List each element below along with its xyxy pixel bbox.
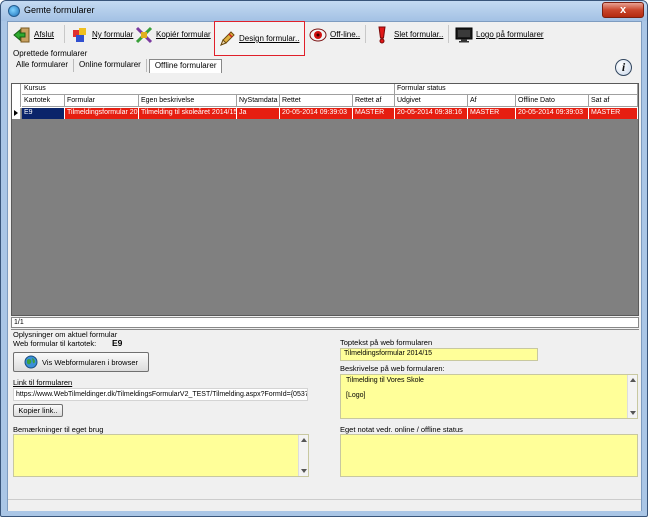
offline-red-eye-icon [309,28,327,41]
new-form-icon [73,27,86,42]
globe-icon [24,355,38,369]
col-nystamdata[interactable]: NyStamdata [237,95,280,107]
design-formular-button[interactable]: Design formular.. [214,21,305,56]
toptekst-label: Toptekst på web formularen [340,338,433,347]
oplysninger-label: Oplysninger om aktuel formular [13,330,118,339]
toolbar-separator [365,25,366,43]
monitor-icon [455,27,473,42]
cell-offline-dato[interactable]: 20-05-2014 09:39:03 [516,108,589,119]
close-button[interactable]: x [602,2,644,18]
col-rettet[interactable]: Rettet [280,95,353,107]
record-count: 1/1 [11,317,639,328]
web-kartotek-value: E9 [112,338,123,348]
exclamation-icon [378,26,386,43]
grid-corner [12,84,21,107]
cell-udgivet[interactable]: 20-05-2014 09:38:16 [395,108,468,119]
group-header-kursus: Kursus [22,84,395,95]
status-bar [8,499,641,511]
current-row-indicator [12,108,21,119]
col-offline-dato[interactable]: Offline Dato [516,95,589,107]
tab-online-formularer[interactable]: Online formularer [74,59,147,72]
bemaerkninger-label: Bemærkninger til eget brug [13,425,104,434]
ny-formular-button[interactable]: Ny formular [68,23,136,46]
vis-webformular-label: Vis Webformularen i browser [41,357,138,367]
slet-formular-button[interactable]: Slet formular.. [370,23,446,46]
design-formular-label: Design formular.. [239,34,300,43]
cell-kartotek[interactable]: E9 [22,108,65,119]
col-udgivet[interactable]: Udgivet [395,95,468,107]
logo-formularer-button[interactable]: Logo på formularer [452,23,547,46]
group-header-formular-status: Formular status [395,84,638,95]
off-line-label: Off-line.. [330,30,361,39]
web-kartotek-label: Web formular til kartotek: [13,339,97,348]
cell-egen-beskrivelse[interactable]: Tilmelding til skoleåret 2014/15 [139,108,237,119]
ny-formular-label: Ny formular [92,30,134,39]
tab-offline-formularer[interactable]: Offline formularer [148,59,223,73]
cell-rettet[interactable]: 20-05-2014 09:39:03 [280,108,353,119]
beskrivelse-field[interactable]: Tilmelding til Vores Skole [Logo] [340,374,638,419]
cell-formular[interactable]: Tilmeldingsformular 2014/15 [65,108,139,119]
beskrivelse-label: Beskrivelse på web formularen: [340,364,445,373]
bemaerkninger-scrollbar[interactable] [298,435,308,476]
title-bar[interactable]: Gemte formularer x [1,1,647,21]
toolbar: Afslut Ny formular Kopiér formular Desig… [8,21,641,56]
table-row[interactable]: E9 Tilmeldingsformular 2014/15 Tilmeldin… [12,108,638,119]
app-icon [8,5,20,17]
kopier-formular-button[interactable]: Kopiér formular [132,23,214,46]
vis-webformular-button[interactable]: Vis Webformularen i browser [13,352,149,372]
logo-formularer-label: Logo på formularer [476,30,544,39]
design-pencil-icon [220,30,235,46]
kopier-formular-label: Kopiér formular [156,30,211,39]
info-icon[interactable]: i [615,59,632,76]
cell-af[interactable]: MASTER [468,108,516,119]
afslut-label: Afslut [34,30,55,39]
copy-form-icon [135,26,153,43]
col-rettet-af[interactable]: Rettet af [353,95,395,107]
exit-arrow-icon [13,27,30,42]
col-formular[interactable]: Formular [65,95,139,107]
cell-nystamdata[interactable]: Ja [237,108,280,119]
cell-rettet-af[interactable]: MASTER [353,108,395,119]
slet-formular-label: Slet formular.. [394,30,444,39]
toolbar-separator [448,25,449,43]
cell-sat-af[interactable]: MASTER [589,108,638,119]
beskrivelse-line-1: Tilmelding til Vores Skole [346,377,424,384]
toolbar-separator [64,25,65,43]
window-title: Gemte formularer [24,5,95,15]
afslut-button[interactable]: Afslut [10,23,57,46]
link-label: Link til formularen [13,378,73,387]
toptekst-field[interactable]: Tilmeldingsformular 2014/15 [340,348,538,361]
col-kartotek[interactable]: Kartotek [22,95,65,107]
link-field[interactable]: https://www.WebTilmeldinger.dk/Tilmeldin… [13,388,308,401]
col-egen-beskrivelse[interactable]: Egen beskrivelse [139,95,237,107]
tab-alle-formularer[interactable]: Alle formularer [11,59,75,72]
kopier-link-button[interactable]: Kopier link.. [13,404,63,417]
beskrivelse-scrollbar[interactable] [627,375,637,418]
col-sat-af[interactable]: Sat af [589,95,638,107]
col-af[interactable]: Af [468,95,516,107]
beskrivelse-line-2: [Logo] [346,392,366,399]
bemaerkninger-field[interactable] [13,434,309,477]
off-line-button[interactable]: Off-line.. [306,23,363,46]
form-tabs: Alle formularer Online formularer Offlin… [11,59,223,73]
eget-notat-field[interactable] [340,434,638,477]
grid-header: Kursus Formular status Kartotek Formular… [12,84,638,108]
oprettede-formularer-label: Oprettede formularer [13,49,88,58]
main-window: Gemte formularer x Afslut Ny formular Ko… [0,0,648,517]
client-area: Afslut Ny formular Kopiér formular Desig… [7,21,642,511]
forms-grid[interactable]: Kursus Formular status Kartotek Formular… [11,83,639,316]
eget-notat-label: Eget notat vedr. online / offline status [340,425,463,434]
